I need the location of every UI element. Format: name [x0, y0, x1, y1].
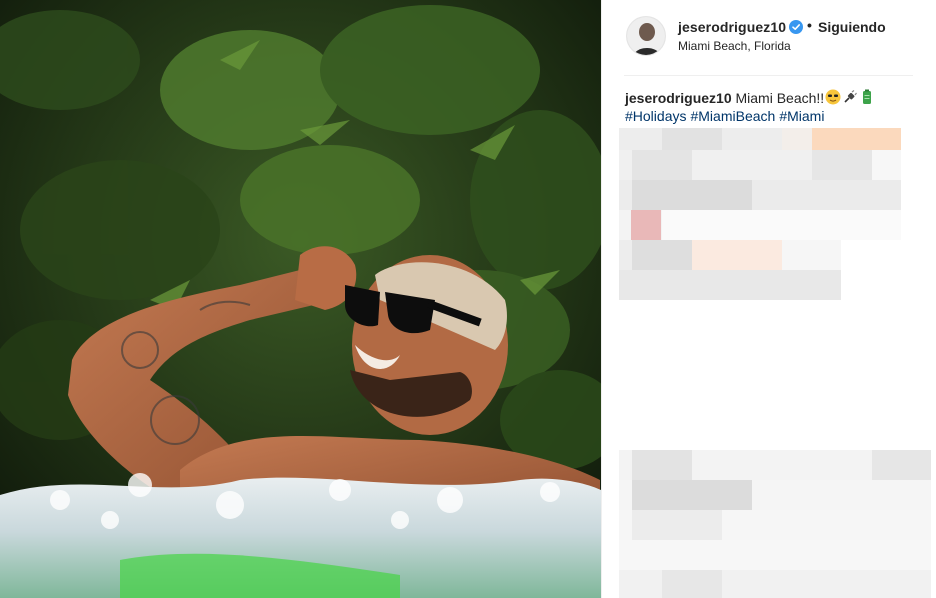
avatar-image: [627, 17, 665, 55]
separator-dot: •: [807, 17, 812, 33]
hashtag-link[interactable]: #Holidays: [625, 108, 686, 124]
sunglasses-emoji-icon: [825, 89, 841, 105]
hashtag-link[interactable]: #MiamiBeach: [690, 108, 775, 124]
location-link[interactable]: Miami Beach, Florida: [678, 39, 791, 53]
header-divider: [624, 75, 913, 76]
verified-badge-icon: [789, 20, 803, 34]
post-caption: jeserodriguez10 Miami Beach!! #Holidays #…: [625, 89, 925, 125]
plug-emoji-icon: [844, 90, 858, 103]
hashtag-link[interactable]: #Miami: [779, 108, 824, 124]
follow-button[interactable]: Siguiendo: [818, 19, 886, 35]
post-photo-image: [0, 0, 601, 598]
post-photo[interactable]: [0, 0, 601, 598]
post-username[interactable]: jeserodriguez10: [678, 19, 786, 35]
post-side-panel: jeserodriguez10 • Siguiendo Miami Beach,…: [601, 0, 936, 598]
post-header: jeserodriguez10 • Siguiendo Miami Beach,…: [602, 0, 936, 76]
caption-hashtags: #Holidays #MiamiBeach #Miami: [625, 107, 925, 125]
battery-emoji-icon: [863, 89, 872, 104]
avatar[interactable]: [626, 16, 666, 56]
caption-text: Miami Beach!!: [735, 90, 825, 106]
caption-username[interactable]: jeserodriguez10: [625, 90, 732, 106]
